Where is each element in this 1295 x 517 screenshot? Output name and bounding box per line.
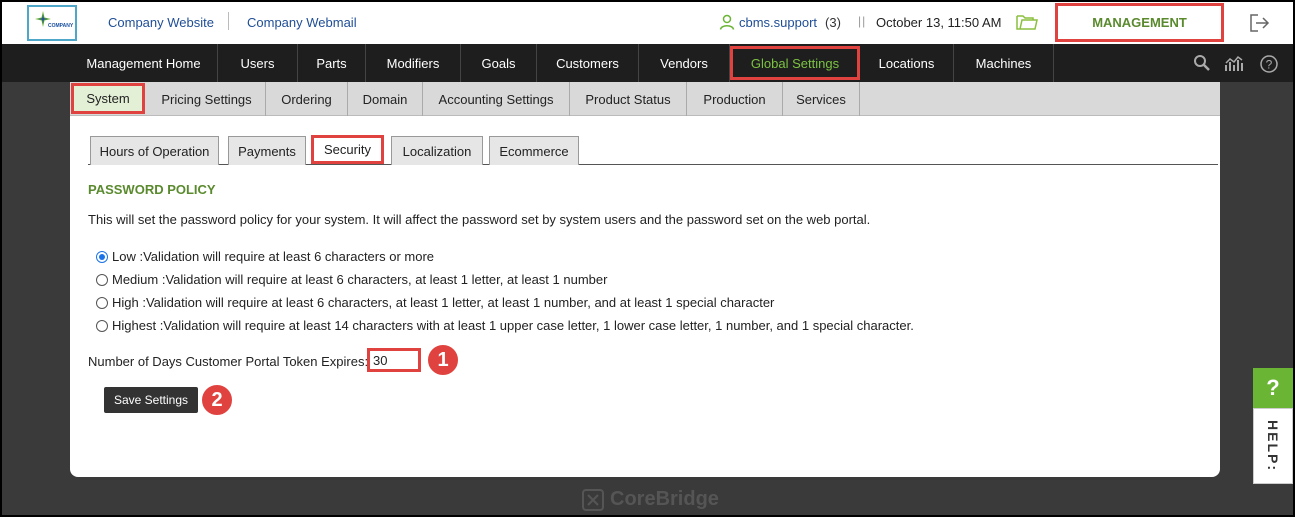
app-window: COMPANY Company Website Company Webmail … <box>2 2 1293 515</box>
radio-low[interactable]: Low :Validation will require at least 6 … <box>96 249 434 264</box>
radio-medium-label: Medium :Validation will require at least… <box>112 272 608 287</box>
help-tab[interactable]: HELP: <box>1253 408 1293 484</box>
main-nav: Management Home Users Parts Modifiers Go… <box>2 44 1293 82</box>
logo-text: COMPANY <box>48 23 74 29</box>
analytics-icon[interactable] <box>1224 54 1246 72</box>
corebridge-logo-icon <box>582 488 604 511</box>
nav-customers[interactable]: Customers <box>537 44 639 82</box>
user-name: cbms.support <box>739 14 818 30</box>
token-expiry-label: Number of Days Customer Portal Token Exp… <box>88 354 369 369</box>
policy-description: This will set the password policy for yo… <box>88 212 871 227</box>
help-tab-label: HELP: <box>1265 420 1281 472</box>
section-title: PASSWORD POLICY <box>88 182 216 197</box>
logout-icon[interactable] <box>1249 13 1271 33</box>
tab-ecommerce[interactable]: Ecommerce <box>489 136 579 165</box>
nav-management-home[interactable]: Management Home <box>70 44 218 82</box>
radio-medium-control[interactable] <box>96 273 108 286</box>
user-count: (3) <box>825 14 841 30</box>
step-1-badge: 1 <box>426 343 460 377</box>
nav-vendors[interactable]: Vendors <box>639 44 730 82</box>
radio-highest[interactable]: Highest :Validation will require at leas… <box>96 318 914 333</box>
tab-hours-of-operation[interactable]: Hours of Operation <box>90 136 219 165</box>
nav-modifiers[interactable]: Modifiers <box>366 44 461 82</box>
subnav-system[interactable]: System <box>71 83 145 114</box>
nav-global-settings[interactable]: Global Settings <box>730 46 860 80</box>
save-settings-button[interactable]: Save Settings <box>104 387 198 413</box>
current-user[interactable]: cbms.support (3) <box>719 14 841 30</box>
subnav-domain[interactable]: Domain <box>348 82 423 116</box>
nav-machines[interactable]: Machines <box>954 44 1054 82</box>
subnav-ordering[interactable]: Ordering <box>266 82 348 116</box>
top-divider <box>228 12 229 30</box>
user-icon <box>719 14 735 30</box>
nav-users[interactable]: Users <box>218 44 298 82</box>
double-divider: || <box>858 14 867 28</box>
nav-goals[interactable]: Goals <box>461 44 537 82</box>
corebridge-watermark: CoreBridge <box>582 488 719 511</box>
sub-nav: System Pricing Settings Ordering Domain … <box>70 82 1220 116</box>
radio-low-label: Low :Validation will require at least 6 … <box>112 249 435 264</box>
radio-medium[interactable]: Medium :Validation will require at least… <box>96 272 607 287</box>
radio-highest-control[interactable] <box>96 319 108 332</box>
top-bar: COMPANY Company Website Company Webmail … <box>2 2 1293 44</box>
nav-locations[interactable]: Locations <box>860 44 954 82</box>
search-icon[interactable] <box>1193 54 1211 72</box>
help-circle-icon[interactable]: ? <box>1259 54 1279 74</box>
subnav-product-status[interactable]: Product Status <box>570 82 687 116</box>
token-expiry-input[interactable] <box>367 348 421 372</box>
folder-icon[interactable] <box>1016 13 1038 31</box>
management-button[interactable]: MANAGEMENT <box>1055 3 1224 42</box>
subnav-accounting-settings[interactable]: Accounting Settings <box>423 82 570 116</box>
subnav-production[interactable]: Production <box>687 82 783 116</box>
tab-security[interactable]: Security <box>311 135 384 164</box>
company-website-link[interactable]: Company Website <box>108 15 214 30</box>
radio-high-label: High :Validation will require at least 6… <box>112 295 775 310</box>
settings-tabs: Hours of Operation Payments Security Loc… <box>88 135 1218 165</box>
nav-parts[interactable]: Parts <box>298 44 366 82</box>
company-logo[interactable]: COMPANY <box>27 5 77 41</box>
step-2-badge: 2 <box>200 383 234 417</box>
company-webmail-link[interactable]: Company Webmail <box>247 15 357 30</box>
svg-text:?: ? <box>1266 58 1273 72</box>
radio-high[interactable]: High :Validation will require at least 6… <box>96 295 774 310</box>
radio-low-control[interactable] <box>96 250 108 263</box>
subnav-services[interactable]: Services <box>783 82 860 116</box>
subnav-pricing-settings[interactable]: Pricing Settings <box>148 82 266 116</box>
current-datetime: October 13, 11:50 AM <box>876 15 1002 30</box>
radio-highest-label: Highest :Validation will require at leas… <box>112 318 914 333</box>
help-question-button[interactable]: ? <box>1253 368 1293 408</box>
watermark-text: CoreBridge <box>610 488 719 510</box>
tab-payments[interactable]: Payments <box>228 136 306 165</box>
tab-localization[interactable]: Localization <box>391 136 483 165</box>
content-panel: Hours of Operation Payments Security Loc… <box>70 116 1220 477</box>
radio-high-control[interactable] <box>96 296 108 309</box>
